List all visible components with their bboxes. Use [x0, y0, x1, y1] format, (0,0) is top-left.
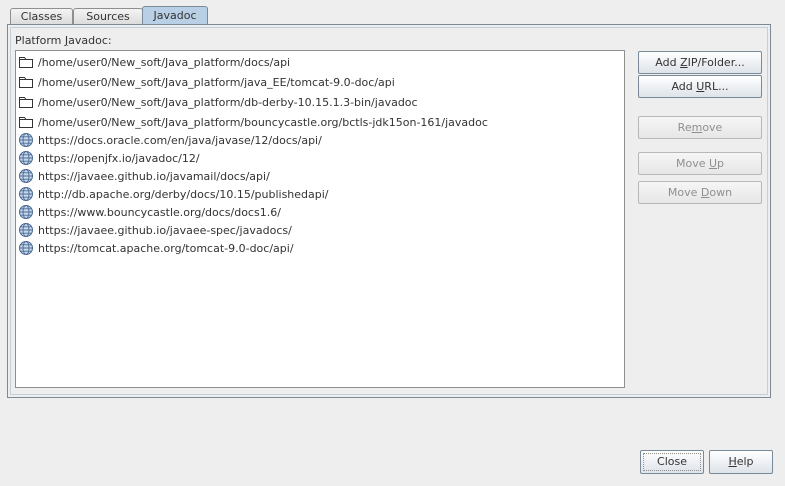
list-item[interactable]: /home/user0/New_soft/Java_platform/bounc…	[18, 113, 488, 131]
list-item-text: https://javaee.github.io/javaee-spec/jav…	[38, 223, 292, 237]
list-item[interactable]: https://www.bouncycastle.org/docs/docs1.…	[18, 203, 281, 221]
list-item[interactable]: https://docs.oracle.com/en/java/javase/1…	[18, 131, 322, 149]
globe-icon	[18, 204, 34, 220]
add-zip-label-before: Add	[655, 56, 681, 69]
folder-icon	[18, 74, 34, 90]
tab-sources[interactable]: Sources	[73, 8, 143, 24]
list-item-text: http://db.apache.org/derby/docs/10.15/pu…	[38, 187, 329, 201]
add-zip-folder-button[interactable]: Add ZIP/Folder...	[638, 51, 762, 74]
move-down-label-before: Move	[667, 186, 701, 199]
tab-javadoc-label: Javadoc	[153, 9, 197, 22]
remove-button[interactable]: Remove	[638, 116, 762, 139]
move-down-label-after: own	[709, 186, 733, 199]
close-label: Close	[657, 455, 687, 468]
add-url-label-before: Add	[671, 80, 697, 93]
close-button[interactable]: Close	[640, 450, 704, 474]
add-url-button[interactable]: Add URL...	[638, 75, 762, 98]
list-item-text: https://docs.oracle.com/en/java/javase/1…	[38, 133, 322, 147]
globe-icon	[18, 168, 34, 184]
list-item-text: /home/user0/New_soft/Java_platform/bounc…	[38, 115, 488, 129]
remove-label-after: ove	[702, 121, 723, 134]
folder-icon	[18, 114, 34, 130]
move-up-label-after: p	[717, 157, 725, 170]
move-up-label-before: Move	[675, 157, 709, 170]
list-item-text: https://openjfx.io/javadoc/12/	[38, 151, 200, 165]
folder-icon	[18, 54, 34, 70]
help-label-mnemonic: H	[728, 455, 737, 468]
platform-javadoc-label: Platform Javadoc:	[15, 34, 112, 47]
folder-icon	[18, 94, 34, 110]
list-item-text: https://tomcat.apache.org/tomcat-9.0-doc…	[38, 241, 294, 255]
list-item[interactable]: https://javaee.github.io/javaee-spec/jav…	[18, 221, 292, 239]
platform-label-after: avadoc:	[68, 34, 112, 47]
help-label-after: elp	[736, 455, 754, 468]
globe-icon	[18, 186, 34, 202]
remove-label-before: Re	[677, 121, 692, 134]
tab-classes[interactable]: Classes	[10, 8, 73, 24]
remove-label-mnemonic: m	[691, 121, 703, 134]
javadoc-list[interactable]: /home/user0/New_soft/Java_platform/docs/…	[15, 50, 625, 388]
list-item-text: /home/user0/New_soft/Java_platform/docs/…	[38, 55, 291, 69]
list-item[interactable]: /home/user0/New_soft/Java_platform/db-de…	[18, 93, 418, 111]
list-item[interactable]: https://openjfx.io/javadoc/12/	[18, 149, 200, 167]
list-item[interactable]: https://javaee.github.io/javamail/docs/a…	[18, 167, 270, 185]
list-item-text: https://javaee.github.io/javamail/docs/a…	[38, 169, 270, 183]
list-item-text: /home/user0/New_soft/Java_platform/java_…	[38, 75, 395, 89]
move-down-button[interactable]: Move Down	[638, 181, 762, 204]
add-zip-label-mnemonic: Z	[680, 56, 688, 69]
list-item[interactable]: https://tomcat.apache.org/tomcat-9.0-doc…	[18, 239, 294, 257]
tab-sources-label: Sources	[86, 10, 130, 23]
list-item[interactable]: /home/user0/New_soft/Java_platform/docs/…	[18, 53, 290, 71]
list-item-text: /home/user0/New_soft/Java_platform/db-de…	[38, 95, 418, 109]
move-up-label-mnemonic: U	[708, 157, 718, 170]
add-zip-label-after: IP/Folder...	[687, 56, 745, 69]
list-item[interactable]: http://db.apache.org/derby/docs/10.15/pu…	[18, 185, 329, 203]
list-item[interactable]: /home/user0/New_soft/Java_platform/java_…	[18, 73, 395, 91]
add-url-label-after: RL...	[704, 80, 729, 93]
help-button[interactable]: Help	[709, 450, 773, 474]
tab-classes-label: Classes	[20, 10, 63, 23]
move-up-button[interactable]: Move Up	[638, 152, 762, 175]
tab-javadoc[interactable]: Javadoc	[142, 6, 208, 25]
globe-icon	[18, 222, 34, 238]
platform-label-before: Platform	[15, 34, 65, 47]
list-item-text: https://www.bouncycastle.org/docs/docs1.…	[38, 205, 281, 219]
globe-icon	[18, 150, 34, 166]
globe-icon	[18, 240, 34, 256]
globe-icon	[18, 132, 34, 148]
